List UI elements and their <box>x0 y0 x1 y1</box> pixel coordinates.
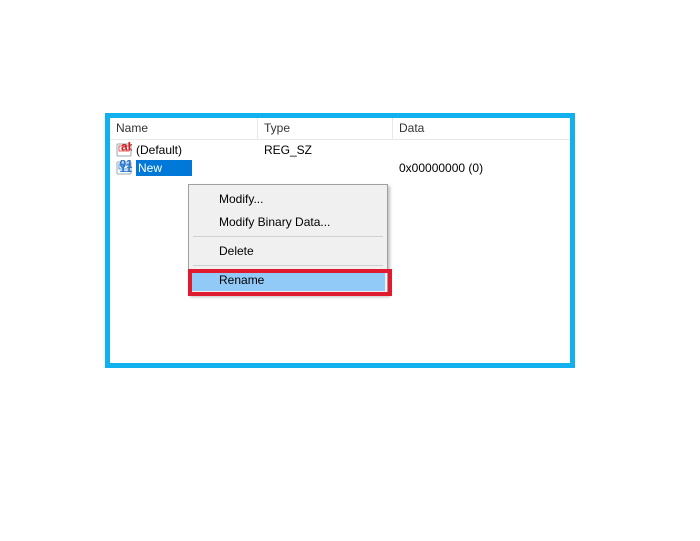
menu-separator <box>193 236 383 237</box>
reg-dword-icon: 011 110 <box>116 160 132 176</box>
column-header-data[interactable]: Data <box>393 118 570 139</box>
menu-item-delete[interactable]: Delete <box>191 240 385 262</box>
cell-type <box>258 167 393 168</box>
cell-data: 0x00000000 (0) <box>393 160 570 175</box>
column-header-type[interactable]: Type <box>258 118 393 139</box>
cell-name: 011 110 New <box>110 159 258 176</box>
menu-item-modify-binary[interactable]: Modify Binary Data... <box>191 211 385 233</box>
context-menu: Modify... Modify Binary Data... Delete R… <box>188 184 388 295</box>
row-name: (Default) <box>136 143 182 157</box>
menu-item-rename[interactable]: Rename <box>191 269 385 291</box>
registry-values-panel: Name Type Data ab (Default) REG_SZ <box>105 113 575 368</box>
menu-item-modify[interactable]: Modify... <box>191 188 385 210</box>
column-header-name[interactable]: Name <box>110 118 258 139</box>
rows-container: ab (Default) REG_SZ 011 110 <box>110 140 570 176</box>
row-name: New <box>136 160 192 176</box>
menu-separator <box>193 265 383 266</box>
cell-type: REG_SZ <box>258 142 393 157</box>
values-listview[interactable]: Name Type Data ab (Default) REG_SZ <box>110 118 570 363</box>
table-row[interactable]: 011 110 New 0x00000000 (0) <box>110 158 570 176</box>
svg-text:110: 110 <box>120 161 133 175</box>
svg-text:ab: ab <box>121 142 132 154</box>
column-headers: Name Type Data <box>110 118 570 140</box>
cell-name: ab (Default) <box>110 141 258 158</box>
table-row[interactable]: ab (Default) REG_SZ <box>110 140 570 158</box>
cell-data <box>393 149 570 150</box>
reg-sz-icon: ab <box>116 142 132 158</box>
